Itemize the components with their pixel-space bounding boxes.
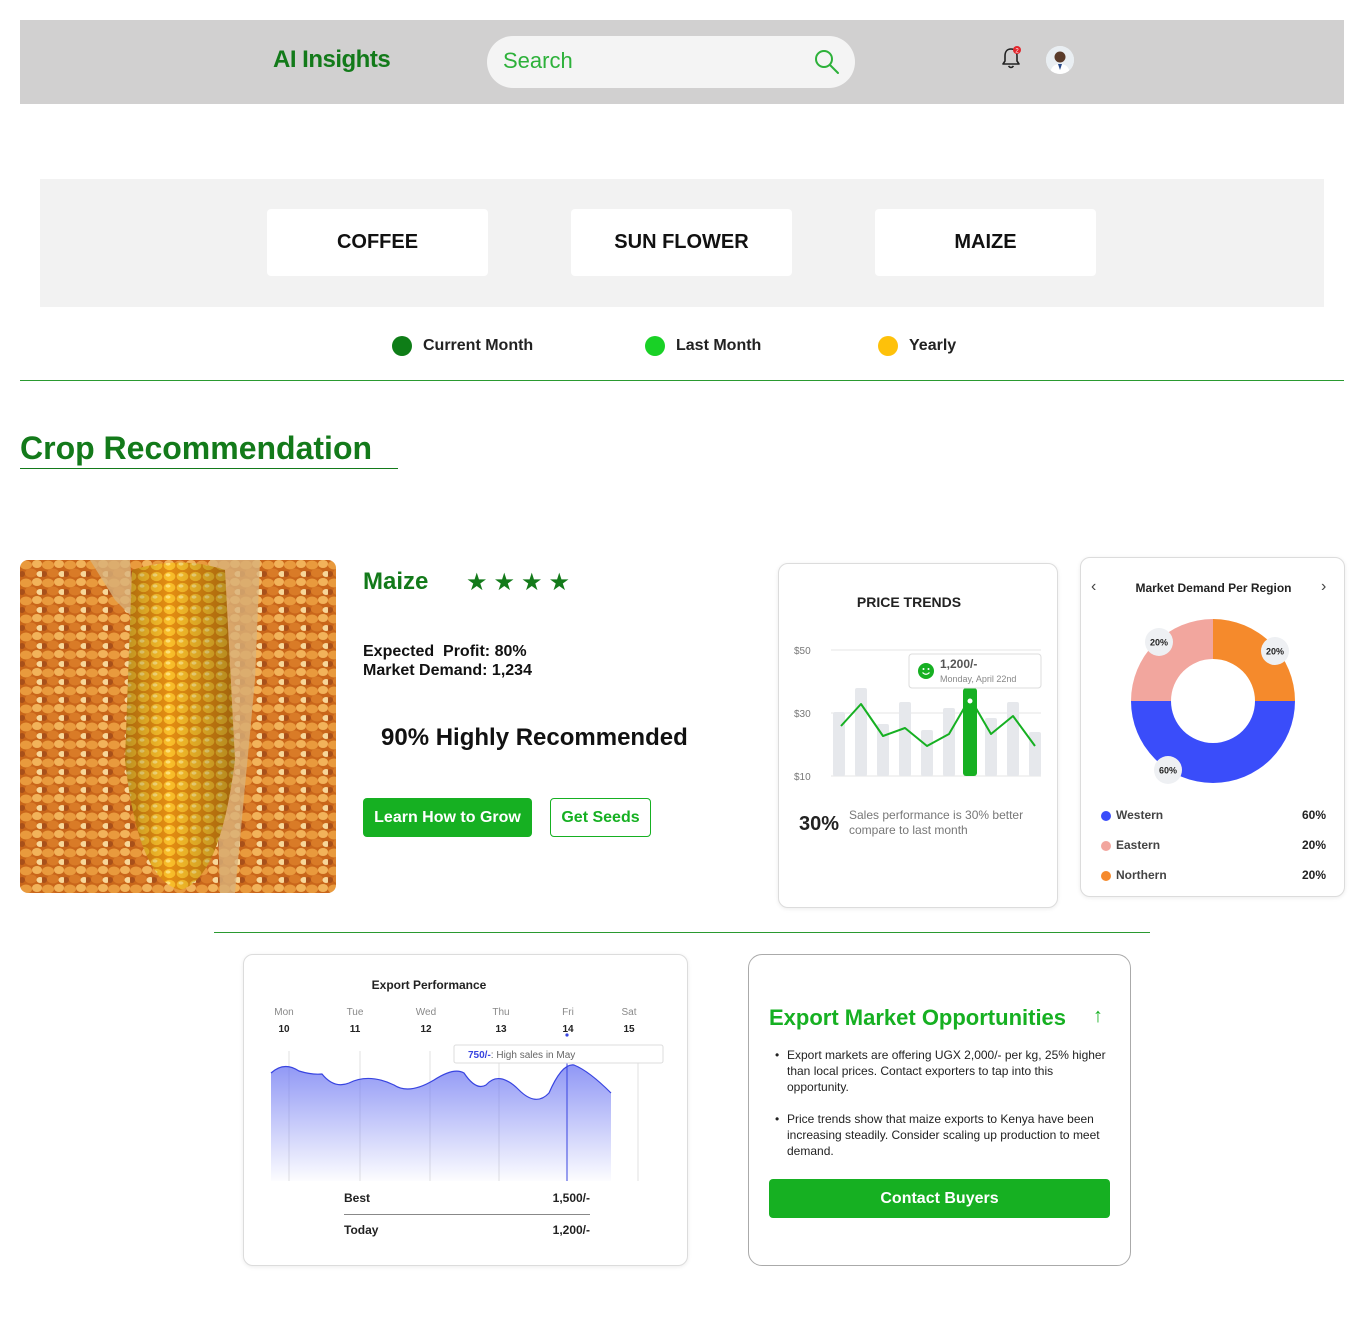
legend-last-month[interactable]: Last Month [645, 336, 761, 356]
performance-text: Sales performance is 30% better compare … [849, 808, 1024, 837]
current-month-dot [392, 336, 412, 356]
western-dot [1101, 811, 1111, 821]
legend-current-month[interactable]: Current Month [392, 336, 533, 356]
contact-buyers-button[interactable]: Contact Buyers [769, 1179, 1110, 1218]
eastern-dot [1101, 841, 1111, 851]
export-opportunities-card: Export Market Opportunities ↑ Export mar… [748, 954, 1131, 1266]
region-row-western: Western 60% [1101, 808, 1326, 824]
brand-title[interactable]: AI Insights [273, 46, 391, 74]
performance-value: 30% [799, 813, 840, 835]
region-name: Western [1116, 808, 1164, 822]
recommendation-score: 90% Highly Recommended [381, 724, 688, 751]
price-bar [855, 688, 867, 776]
crop-tabs-bar: COFFEE SUN FLOWER MAIZE [40, 179, 1324, 307]
user-avatar[interactable] [1046, 46, 1074, 74]
today-value: 1,200/- [552, 1223, 590, 1237]
region-value: 60% [1301, 808, 1326, 822]
today-label: Today [344, 1223, 379, 1237]
tab-maize[interactable]: MAIZE [875, 209, 1096, 276]
y-tick: $50 [794, 646, 811, 657]
search-input[interactable]: Search [503, 48, 573, 74]
region-name: Northern [1116, 868, 1167, 882]
export-performance-chart: 750/-: High sales in May [270, 1033, 664, 1181]
learn-how-to-grow-button[interactable]: Learn How to Grow [363, 798, 532, 837]
tab-sun-flower[interactable]: SUN FLOWER [571, 209, 792, 276]
get-seeds-button[interactable]: Get Seeds [550, 798, 651, 837]
y-tick: $10 [794, 772, 811, 783]
legend-yearly[interactable]: Yearly [878, 336, 956, 356]
rating-stars: ★★★★ [466, 569, 577, 596]
legend-label: Last Month [676, 337, 762, 354]
y-tick: $30 [794, 709, 811, 720]
divider [20, 380, 1344, 381]
price-bars [833, 688, 1041, 776]
title-underline [20, 468, 398, 469]
smile-icon [918, 663, 934, 679]
search-icon[interactable] [813, 48, 841, 76]
legend-label: Current Month [423, 337, 534, 354]
northern-dot [1101, 871, 1111, 881]
eastern-label: 20% [1150, 638, 1168, 648]
arrow-up-icon[interactable]: ↑ [1093, 1005, 1103, 1028]
period-legend: Current Month Last Month Yearly [0, 336, 1364, 358]
best-row: Best 1,500/- [344, 1191, 590, 1205]
price-bar [943, 708, 955, 776]
last-month-dot [645, 336, 665, 356]
notification-bell-icon[interactable]: 2 [1000, 46, 1022, 70]
region-value: 20% [1301, 838, 1326, 852]
crop-name: Maize [363, 568, 429, 595]
northern-label: 20% [1266, 647, 1284, 657]
maize-image [20, 560, 336, 893]
region-row-northern: Northern 20% [1101, 868, 1326, 884]
price-bar [921, 730, 933, 776]
eastern-slice [1131, 619, 1213, 701]
crop-stats: Expected Profit: 80% Market Demand: 1,23… [363, 642, 532, 680]
region-row-eastern: Eastern 20% [1101, 838, 1326, 854]
price-bar [899, 702, 911, 776]
tab-coffee[interactable]: COFFEE [267, 209, 488, 276]
best-value: 1,500/- [552, 1191, 590, 1205]
price-trends-card: PRICE TRENDS $50 $30 $10 1,200/- Monday,… [778, 563, 1058, 908]
expected-profit: Expected Profit: 80% [363, 643, 527, 660]
tooltip-date: Monday, April 22nd [940, 674, 1016, 684]
price-trends-chart: $50 $30 $10 1,200/- Monday, April 22nd [794, 646, 1042, 783]
price-point-marker [967, 698, 973, 704]
opportunity-item: Price trends show that maize exports to … [775, 1111, 1115, 1159]
price-trend-line [840, 697, 1036, 747]
yearly-dot [878, 336, 898, 356]
western-label: 60% [1159, 766, 1177, 776]
price-bar [877, 724, 889, 776]
tooltip-text: : High sales in May [491, 1050, 575, 1061]
opportunities-title: Export Market Opportunities [769, 1005, 1067, 1030]
search-bar[interactable]: Search [487, 36, 855, 88]
divider [214, 932, 1150, 933]
export-performance-card: Export Performance Mon 10 Tue 11 Wed 12 Thu… [243, 954, 688, 1266]
today-row: Today 1,200/- [344, 1223, 590, 1237]
region-value: 20% [1301, 868, 1326, 882]
opportunity-item: Export markets are offering UGX 2,000/- … [775, 1047, 1115, 1095]
top-bar: AI Insights Search 2 [20, 20, 1344, 104]
export-area [271, 1064, 611, 1181]
svg-text:750/-: High sales in May: 750/-: High sales in May [468, 1050, 575, 1061]
market-demand-card: ‹ Market Demand Per Region › 20% 20% 60%… [1080, 557, 1345, 897]
tooltip-value: 750/- [468, 1050, 491, 1061]
section-title: Crop Recommendation [20, 430, 373, 466]
tooltip-value: 1,200/- [940, 657, 977, 671]
summary-divider [344, 1214, 590, 1215]
market-demand: Market Demand: 1,234 [363, 662, 532, 679]
market-demand-donut: 20% 20% 60% [1131, 619, 1295, 784]
opportunities-list: Export markets are offering UGX 2,000/- … [775, 1047, 1115, 1175]
price-bar [833, 712, 845, 776]
hover-marker [565, 1033, 569, 1037]
legend-label: Yearly [909, 337, 957, 354]
best-label: Best [344, 1191, 371, 1205]
price-bar [1007, 702, 1019, 776]
region-name: Eastern [1116, 838, 1161, 852]
